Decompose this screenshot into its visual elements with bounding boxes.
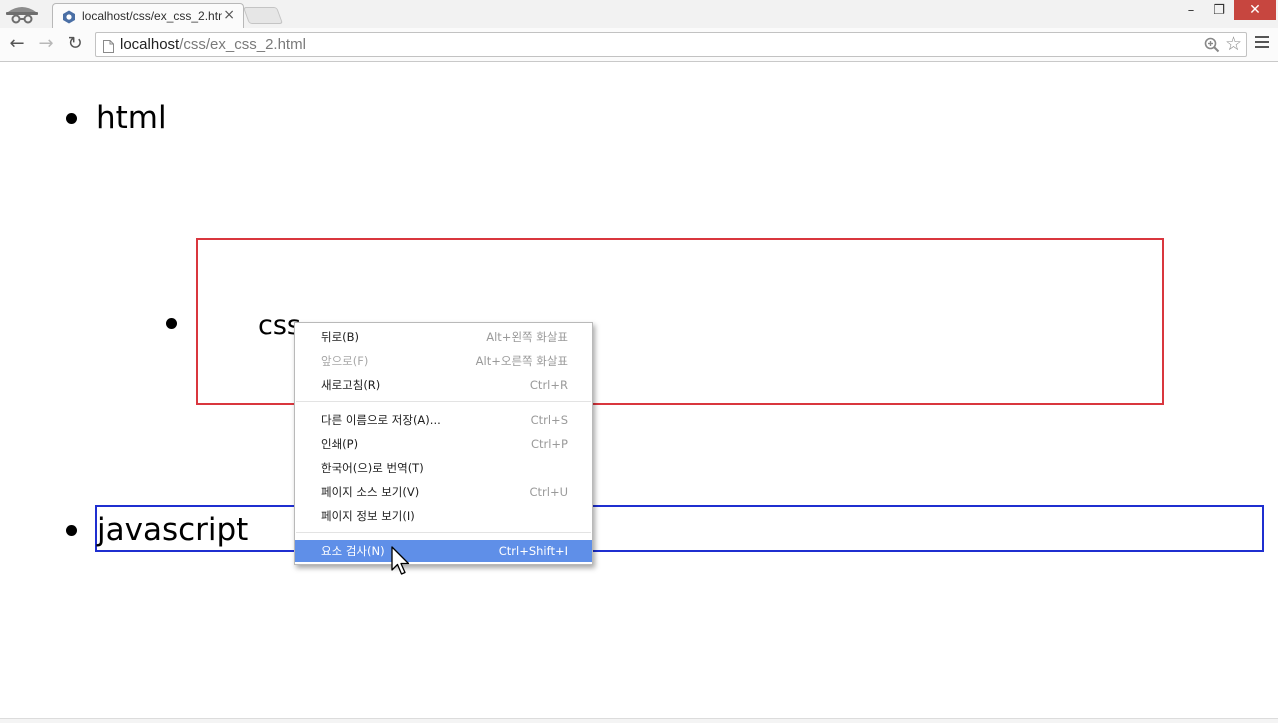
menu-item-view-source[interactable]: 페이지 소스 보기(V) Ctrl+U: [295, 481, 592, 503]
url-path: /css/ex_css_2.html: [179, 36, 306, 53]
menu-item-label: 요소 검사(N): [321, 544, 385, 558]
menu-item-save-as[interactable]: 다른 이름으로 저장(A)... Ctrl+S: [295, 409, 592, 431]
tab-title: localhost/css/ex_css_2.htm: [82, 9, 222, 23]
menu-item-label: 다른 이름으로 저장(A)...: [321, 413, 441, 427]
menu-item-shortcut: Ctrl+Shift+I: [498, 544, 568, 558]
menu-item-print[interactable]: 인쇄(P) Ctrl+P: [295, 433, 592, 455]
url-host: localhost: [120, 36, 180, 53]
star-icon[interactable]: ☆: [1225, 34, 1242, 54]
close-window-button[interactable]: ✕: [1234, 0, 1276, 20]
menu-item-shortcut: Alt+오른쪽 화살표: [475, 354, 568, 368]
list-item-html: html: [96, 100, 167, 136]
mouse-cursor-icon: [391, 546, 411, 578]
menu-item-shortcut: Ctrl+R: [529, 378, 568, 392]
menu-item-label: 한국어(으)로 번역(T): [321, 461, 424, 475]
zoom-icon[interactable]: [1204, 37, 1220, 53]
browser-toolbar: ← → ↻ localhost/css/ex_css_2.html ☆: [0, 28, 1278, 62]
menu-separator: [296, 401, 591, 402]
menu-item-shortcut: Ctrl+U: [529, 485, 568, 499]
menu-item-label: 뒤로(B): [321, 330, 360, 344]
javascript-item-box: [95, 505, 1264, 552]
title-bar: localhost/css/ex_css_2.htm × – ❐ ✕: [0, 0, 1278, 28]
menu-item-label: 페이지 소스 보기(V): [321, 485, 420, 499]
menu-item-back[interactable]: 뒤로(B) Alt+왼쪽 화살표: [295, 326, 592, 348]
document-icon: [103, 38, 114, 53]
menu-item-label: 페이지 정보 보기(I): [321, 509, 415, 523]
page-favicon: [62, 9, 76, 24]
address-bar[interactable]: localhost/css/ex_css_2.html ☆: [95, 32, 1247, 57]
menu-item-shortcut: Ctrl+P: [530, 437, 568, 451]
window-bottom-edge: [0, 718, 1278, 723]
menu-item-shortcut: Alt+왼쪽 화살표: [486, 330, 568, 344]
menu-item-inspect-element[interactable]: 요소 검사(N) Ctrl+Shift+I: [295, 540, 592, 562]
new-tab-button[interactable]: [242, 7, 284, 24]
reload-button[interactable]: ↻: [64, 33, 86, 55]
incognito-icon: [2, 0, 42, 26]
list-bullet: [66, 525, 77, 536]
forward-button[interactable]: →: [35, 33, 57, 55]
menu-item-reload[interactable]: 새로고침(R) Ctrl+R: [295, 374, 592, 396]
tab-close-icon[interactable]: ×: [223, 7, 235, 23]
menu-item-shortcut: Ctrl+S: [530, 413, 568, 427]
menu-item-label: 앞으로(F): [321, 354, 369, 368]
menu-item-translate[interactable]: 한국어(으)로 번역(T): [295, 457, 592, 479]
list-bullet: [166, 318, 177, 329]
browser-tab[interactable]: localhost/css/ex_css_2.htm ×: [52, 3, 244, 28]
page-content: html css javascript: [0, 62, 1278, 722]
menu-item-label: 인쇄(P): [321, 437, 359, 451]
list-bullet: [66, 113, 77, 124]
menu-item-label: 새로고침(R): [321, 378, 381, 392]
list-item-javascript: javascript: [97, 512, 249, 548]
minimize-button[interactable]: –: [1178, 0, 1204, 22]
menu-separator: [296, 532, 591, 533]
menu-icon[interactable]: [1255, 36, 1271, 52]
restore-button[interactable]: ❐: [1206, 0, 1232, 22]
url-text: localhost/css/ex_css_2.html: [120, 36, 306, 54]
back-button[interactable]: ←: [6, 33, 28, 55]
menu-item-page-info[interactable]: 페이지 정보 보기(I): [295, 505, 592, 527]
menu-item-forward[interactable]: 앞으로(F) Alt+오른쪽 화살표: [295, 350, 592, 372]
context-menu: 뒤로(B) Alt+왼쪽 화살표 앞으로(F) Alt+오른쪽 화살표 새로고침…: [294, 322, 593, 565]
